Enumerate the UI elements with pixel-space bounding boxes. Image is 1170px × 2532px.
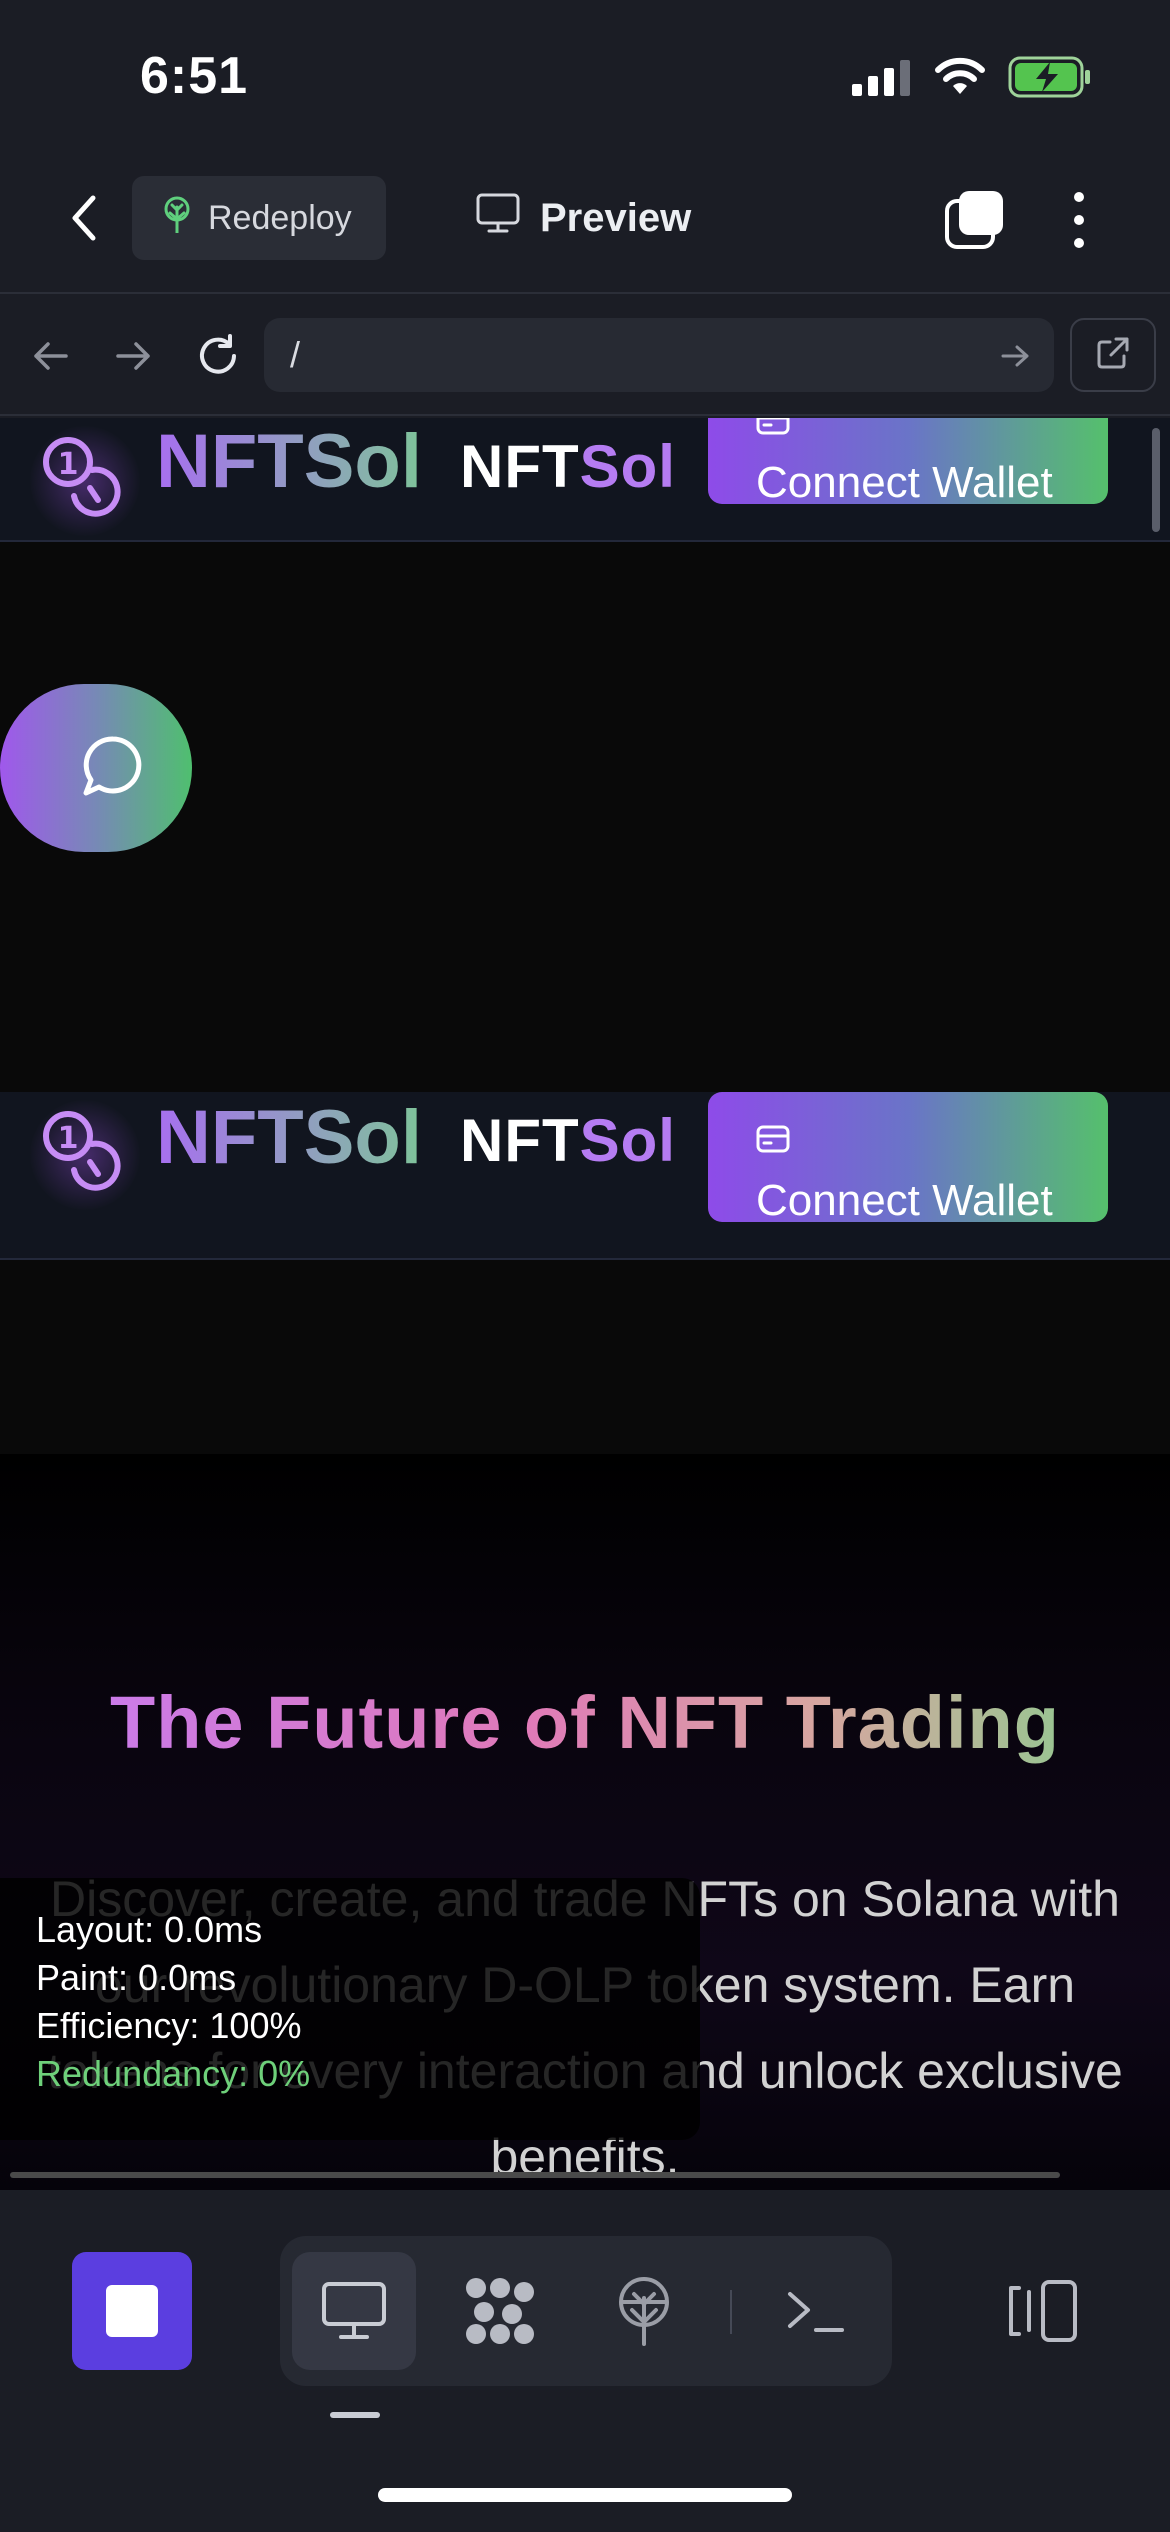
preview-label: Preview xyxy=(540,195,692,240)
svg-text:1: 1 xyxy=(58,447,79,482)
go-arrow-icon[interactable] xyxy=(996,336,1036,376)
reload-icon[interactable] xyxy=(190,328,246,384)
open-external-button[interactable] xyxy=(1070,318,1156,392)
deploy-tree-icon xyxy=(160,195,194,242)
wifi-icon xyxy=(934,56,986,96)
status-time: 6:51 xyxy=(140,47,249,105)
chat-bubble-icon xyxy=(80,733,146,804)
url-text: / xyxy=(290,334,301,375)
brand-logo[interactable]: NFTSol xyxy=(156,418,422,505)
svg-text:1: 1 xyxy=(58,1121,79,1156)
brand-logo-alt: NFTSol xyxy=(460,433,676,500)
perf-redundancy: Redundancy: 0% xyxy=(36,2053,311,2094)
connect-wallet-button[interactable]: Connect Wallet xyxy=(708,1092,1108,1225)
url-input[interactable]: / xyxy=(264,318,1054,392)
site-navbar: 1 NFTSol NFTSol Connect Wallet xyxy=(0,418,1170,542)
components-icon[interactable] xyxy=(440,2252,560,2370)
perf-paint: Paint: 0.0ms xyxy=(36,1957,237,1998)
panel-toggle-icon[interactable] xyxy=(982,2252,1102,2370)
performance-overlay: Layout: 0.0ms Paint: 0.0ms Efficiency: 1… xyxy=(0,1878,700,2140)
connect-wallet-label: Connect Wallet xyxy=(756,1176,1053,1225)
connect-wallet-label: Connect Wallet xyxy=(756,458,1053,507)
chat-button[interactable] xyxy=(0,684,192,852)
toolbar-divider xyxy=(730,2290,732,2334)
signal-icon xyxy=(852,60,912,96)
terminal-icon[interactable] xyxy=(756,2252,876,2370)
site-navbar-sticky: 1 NFTSol NFTSol Connect Wallet xyxy=(0,1092,1170,1260)
monitor-icon xyxy=(476,193,520,243)
stop-button[interactable] xyxy=(72,2252,192,2370)
brand-logo[interactable]: NFTSol xyxy=(156,1094,422,1181)
stop-icon xyxy=(106,2285,158,2337)
open-external-icon xyxy=(1096,336,1130,375)
web-viewport[interactable]: 1 NFTSol NFTSol Connect Wallet 1 NFTSol … xyxy=(0,418,1170,2190)
perf-efficiency: Efficiency: 100% xyxy=(36,2005,302,2046)
hero-title: The Future of NFT Trading xyxy=(0,1680,1170,1765)
back-arrow-icon[interactable] xyxy=(24,330,76,382)
coins-logo-icon: 1 xyxy=(30,1100,140,1210)
perf-layout: Layout: 0.0ms xyxy=(36,1909,263,1950)
active-tab-indicator xyxy=(330,2412,380,2418)
battery-icon xyxy=(1008,56,1092,98)
back-chevron-icon[interactable] xyxy=(56,186,112,250)
desktop-icon[interactable] xyxy=(292,2252,416,2370)
wallet-icon xyxy=(756,418,790,445)
redeploy-button[interactable]: Redeploy xyxy=(132,176,386,260)
brand-logo-alt: NFTSol xyxy=(460,1107,676,1174)
more-vertical-icon[interactable] xyxy=(1056,184,1102,256)
connect-wallet-button[interactable]: Connect Wallet xyxy=(708,418,1108,507)
forward-arrow-icon[interactable] xyxy=(108,330,160,382)
home-indicator[interactable] xyxy=(378,2488,792,2502)
coins-logo-icon: 1 xyxy=(30,426,140,536)
tabs-icon[interactable] xyxy=(938,184,1010,256)
preview-tab[interactable]: Preview xyxy=(476,186,691,250)
vertical-scrollbar[interactable] xyxy=(1152,428,1160,532)
wallet-icon xyxy=(756,1114,790,1163)
horizontal-scrollbar[interactable] xyxy=(10,2172,1060,2178)
deploy-icon[interactable] xyxy=(586,2252,702,2370)
redeploy-label: Redeploy xyxy=(208,198,352,237)
